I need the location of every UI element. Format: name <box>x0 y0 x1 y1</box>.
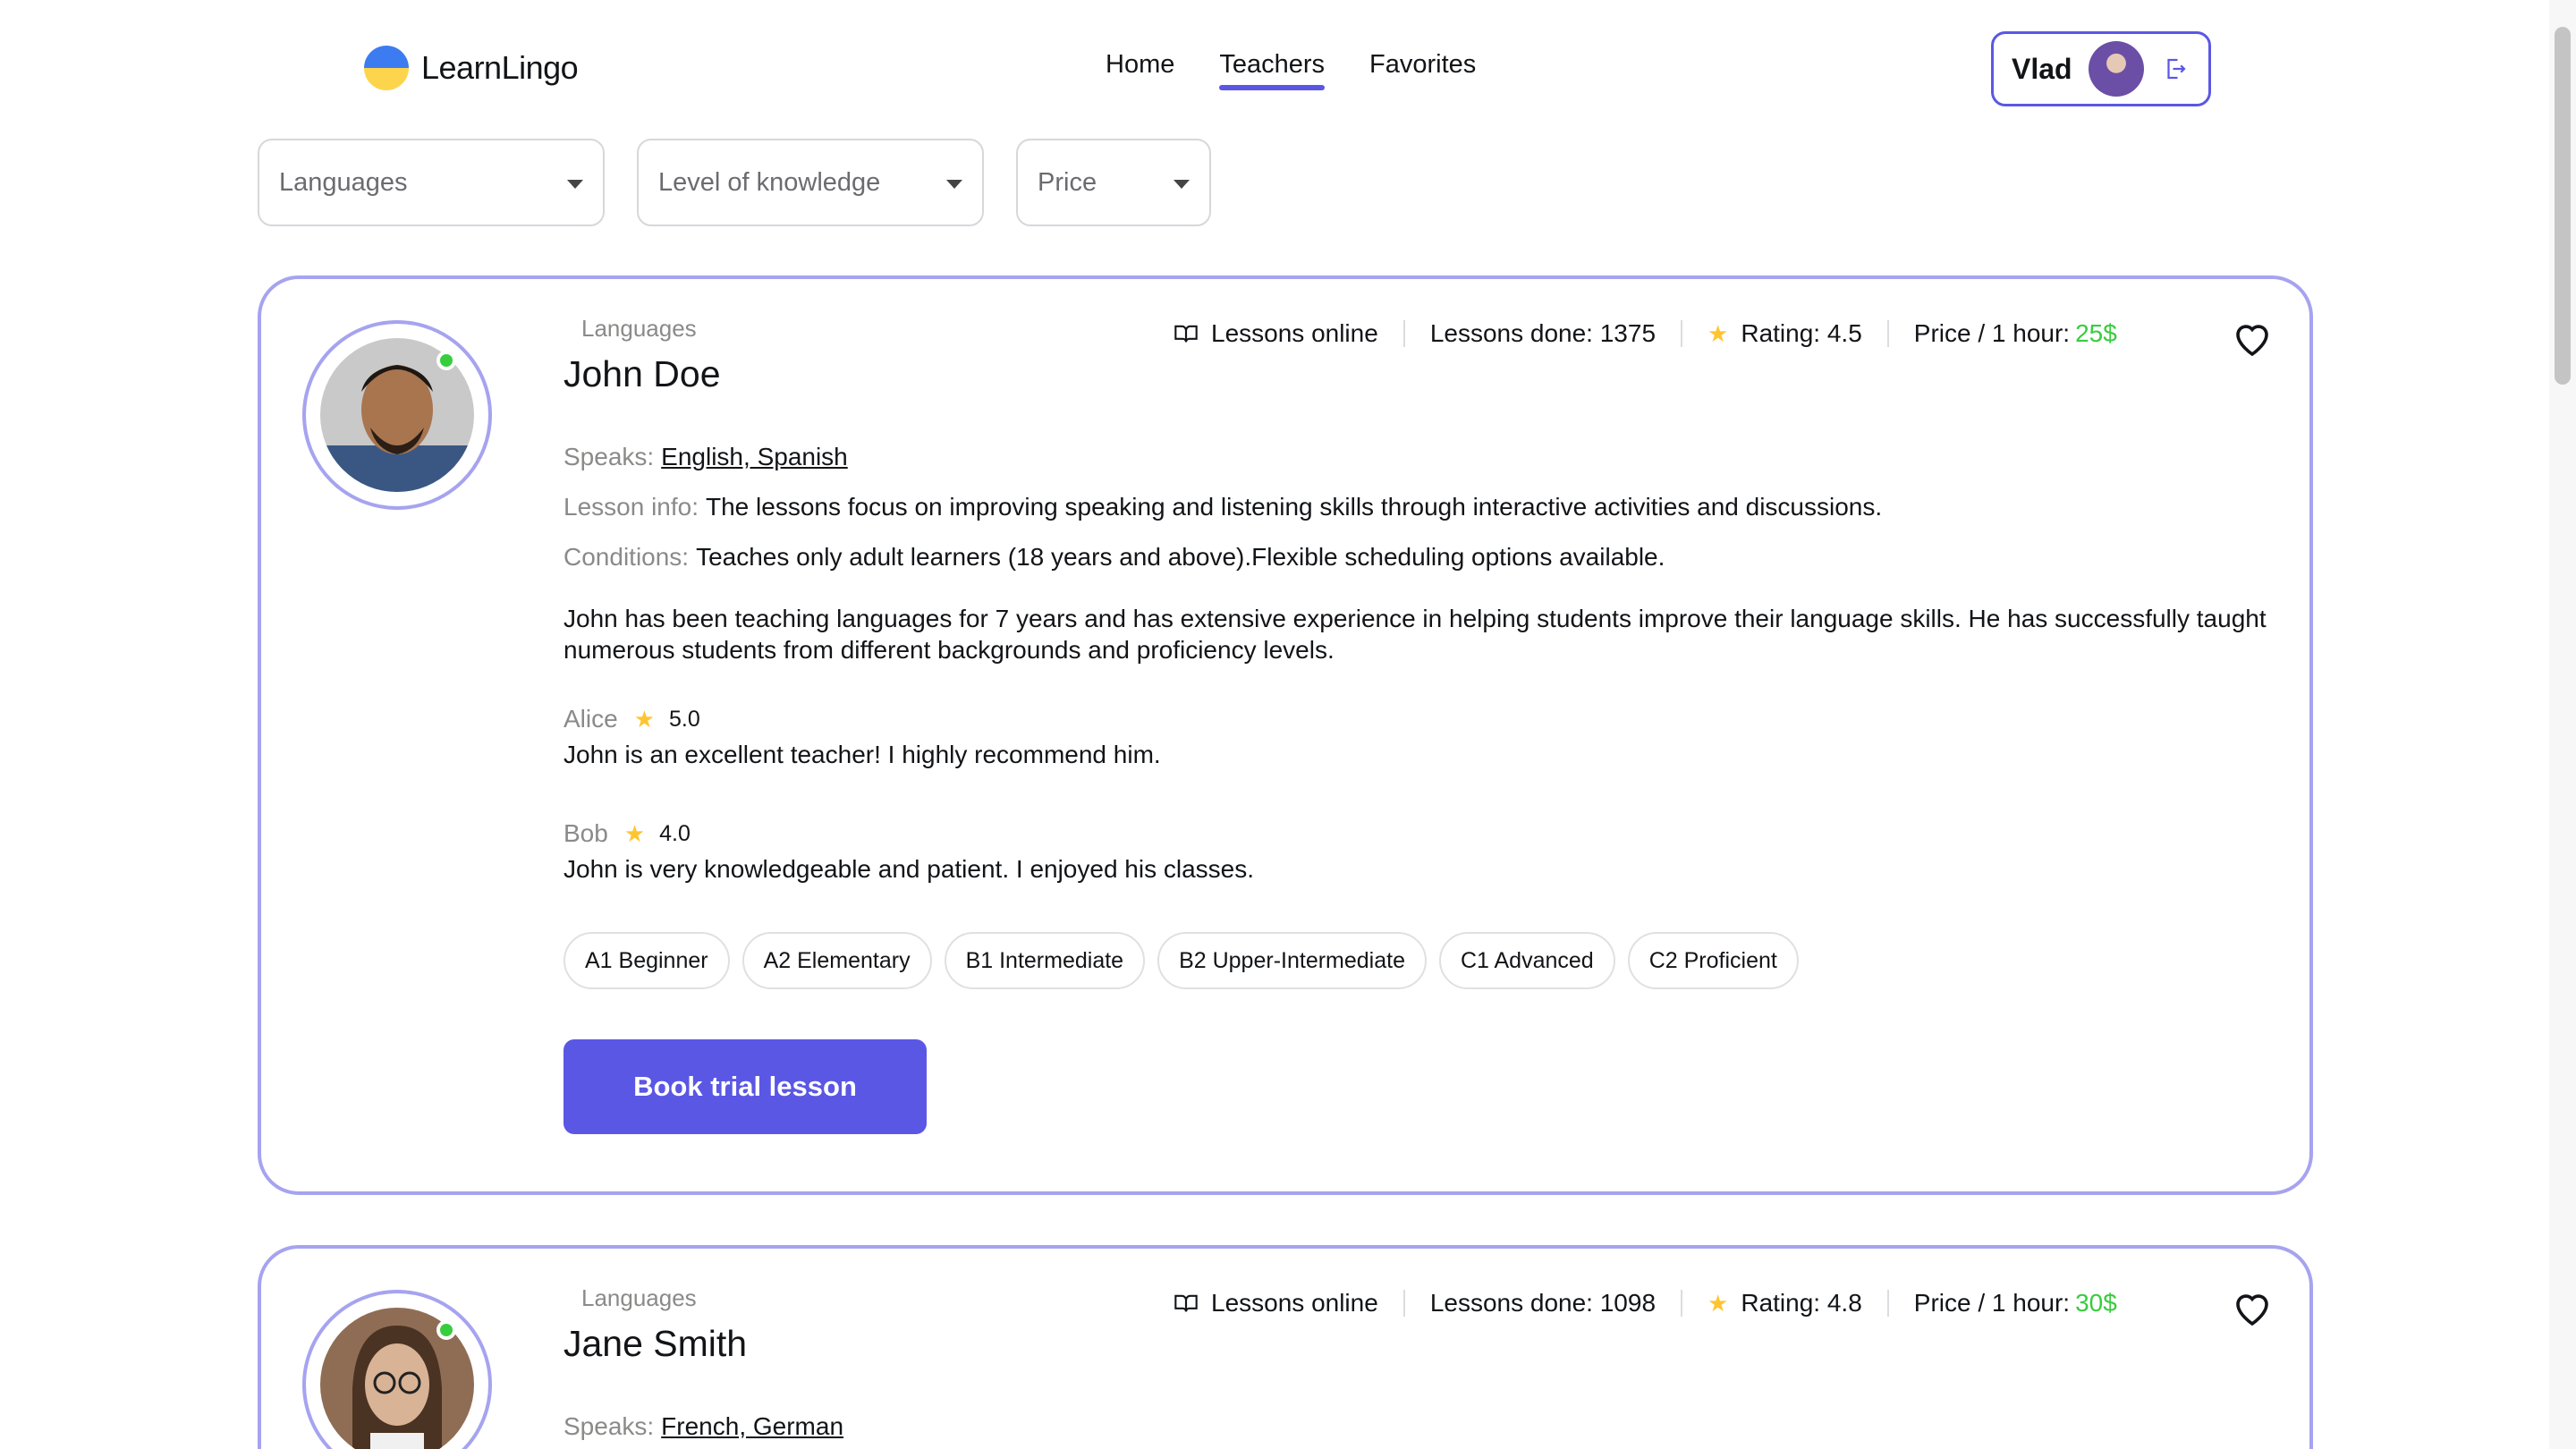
speaks-line: Speaks: French, German <box>564 1408 2274 1445</box>
online-status-dot <box>436 1320 456 1340</box>
level-filter[interactable]: Level of knowledge <box>637 139 984 226</box>
review-comment: John is an excellent teacher! I highly r… <box>564 741 1161 768</box>
lessons-done-label: Lessons done: 1375 <box>1429 319 1657 347</box>
main-nav: Home Teachers Favorites <box>1106 50 1521 90</box>
rating-label: Rating: 4.5 <box>1741 319 1862 347</box>
user-name: Vlad <box>2012 52 2072 85</box>
chevron-down-icon <box>567 180 583 189</box>
speaks-label: Speaks: <box>564 1412 655 1440</box>
logo[interactable]: LearnLingo <box>364 46 579 90</box>
book-open-icon <box>1174 325 1198 343</box>
nav-favorites[interactable]: Favorites <box>1369 50 1476 87</box>
review-rating: 4.0 <box>659 820 691 846</box>
scrollbar[interactable] <box>2549 0 2576 1449</box>
teacher-avatar-frame <box>302 1290 492 1449</box>
lessons-online-label: Lessons online <box>1211 1289 1378 1317</box>
ukraine-flag-icon <box>364 46 409 90</box>
speaks-languages[interactable]: French, German <box>661 1412 843 1440</box>
user-menu[interactable]: Vlad <box>1991 31 2211 106</box>
conditions-label: Conditions: <box>564 543 690 571</box>
lessons-done-stat: Lessons done: 1375 <box>1405 319 1683 347</box>
star-icon: ★ <box>1707 319 1729 347</box>
scrollbar-thumb[interactable] <box>2555 27 2571 385</box>
level-tag[interactable]: C1 Advanced <box>1438 932 1615 989</box>
teacher-stats: Lessons online Lessons done: 1375 ★ Rati… <box>1174 319 2142 347</box>
lessons-done-label: Lessons done: 1098 <box>1429 1289 1657 1317</box>
price-label: Price / 1 hour: <box>1913 319 2071 347</box>
lesson-info-text: The lessons focus on improving speaking … <box>706 493 1883 521</box>
online-status-dot <box>436 351 456 370</box>
speaks-languages[interactable]: English, Spanish <box>661 443 848 470</box>
book-trial-lesson-button[interactable]: Book trial lesson <box>564 1039 927 1134</box>
price-value: 25$ <box>2075 319 2117 347</box>
logout-icon[interactable] <box>2162 55 2189 82</box>
conditions-text: Teaches only adult learners (18 years an… <box>696 543 1665 571</box>
price-filter[interactable]: Price <box>1016 139 1211 226</box>
languages-filter-label: Languages <box>279 167 408 197</box>
level-tag[interactable]: A1 Beginner <box>564 932 730 989</box>
chevron-down-icon <box>1174 180 1190 189</box>
languages-filter[interactable]: Languages <box>258 139 605 226</box>
logo-text: LearnLingo <box>421 49 579 86</box>
price-stat: Price / 1 hour: 25$ <box>1889 319 2142 347</box>
speaks-label: Speaks: <box>564 443 655 470</box>
nav-teachers[interactable]: Teachers <box>1219 50 1325 90</box>
book-open-icon <box>1174 1294 1198 1312</box>
price-filter-label: Price <box>1038 167 1097 197</box>
lessons-online-stat: Lessons online <box>1174 319 1405 347</box>
rating-stat: ★ Rating: 4.5 <box>1682 319 1889 347</box>
rating-stat: ★ Rating: 4.8 <box>1682 1289 1889 1317</box>
review-rating: 5.0 <box>669 706 700 732</box>
reviewer-name: Alice <box>564 705 618 733</box>
price-value: 30$ <box>2075 1289 2117 1317</box>
lesson-info-line: Lesson info: The lessons focus on improvi… <box>564 488 2274 526</box>
level-filter-label: Level of knowledge <box>658 167 881 197</box>
teacher-name: Jane Smith <box>564 1323 748 1364</box>
user-avatar <box>2088 41 2144 97</box>
teacher-card: Languages Jane Smith Speaks: French, Germ… <box>258 1245 2313 1449</box>
review-comment: John is very knowledgeable and patient. … <box>564 855 1255 883</box>
level-tag[interactable]: A2 Elementary <box>741 932 932 989</box>
level-tags: A1 Beginner A2 Elementary B1 Intermediat… <box>564 932 2274 989</box>
rating-label: Rating: 4.8 <box>1741 1289 1862 1317</box>
speaks-line: Speaks: English, Spanish <box>564 438 2274 476</box>
lessons-done-stat: Lessons done: 1098 <box>1405 1289 1683 1317</box>
teacher-avatar-frame <box>302 320 492 510</box>
level-tag[interactable]: B2 Upper-Intermediate <box>1157 932 1427 989</box>
heart-icon[interactable] <box>2231 317 2274 360</box>
chevron-down-icon <box>946 180 962 189</box>
reviewer-name: Bob <box>564 819 608 847</box>
nav-home[interactable]: Home <box>1106 50 1174 87</box>
teacher-card: Languages John Doe Speaks: English, Spani… <box>258 275 2313 1195</box>
lessons-online-stat: Lessons online <box>1174 1289 1405 1317</box>
review-item: Alice ★ 5.0 John is an excellent teacher… <box>564 705 2274 769</box>
review-item: Bob ★ 4.0 John is very knowledgeable and… <box>564 819 2274 884</box>
teacher-experience: John has been teaching languages for 7 y… <box>564 605 2267 664</box>
teacher-stats: Lessons online Lessons done: 1098 ★ Rati… <box>1174 1289 2142 1317</box>
price-label: Price / 1 hour: <box>1913 1289 2071 1317</box>
star-icon: ★ <box>1707 1289 1729 1317</box>
conditions-line: Conditions: Teaches only adult learners (… <box>564 538 2274 576</box>
lessons-online-label: Lessons online <box>1211 319 1378 347</box>
heart-icon[interactable] <box>2231 1286 2274 1329</box>
star-icon: ★ <box>633 705 656 733</box>
lesson-info-label: Lesson info: <box>564 493 699 521</box>
level-tag[interactable]: C2 Proficient <box>1627 932 1799 989</box>
level-tag[interactable]: B1 Intermediate <box>944 932 1146 989</box>
teacher-name: John Doe <box>564 353 721 394</box>
price-stat: Price / 1 hour: 30$ <box>1889 1289 2142 1317</box>
star-icon: ★ <box>623 819 646 847</box>
